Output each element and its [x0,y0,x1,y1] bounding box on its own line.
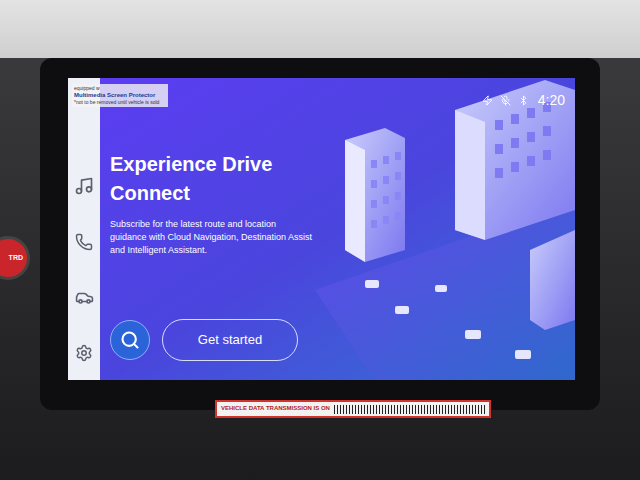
screen-protector-sticker: equipped wMultimedia Screen Protector*no… [72,84,168,107]
search-button[interactable] [110,320,150,360]
sticker-line: *not to be removed until vehicle is sold [74,99,166,106]
phone-icon[interactable] [75,233,93,251]
status-bar: 4:20 [482,90,565,111]
sidebar [68,78,100,380]
mic-off-icon [500,95,511,106]
search-icon [120,330,140,350]
clock: 4:20 [538,90,565,111]
display: Experience Drive Connect Subscribe for th… [68,78,575,380]
music-icon[interactable] [74,176,94,196]
gear-icon[interactable] [75,344,93,362]
sticker-line: Multimedia Screen Protector [74,92,166,100]
photo: Experience Drive Connect Subscribe for th… [0,0,640,480]
sticker-line: equipped w [74,85,166,92]
dashboard: Experience Drive Connect Subscribe for th… [0,58,640,480]
main-panel: Experience Drive Connect Subscribe for th… [100,78,575,380]
dash-sticker: VEHICLE DATA TRANSMISSION IS ON [215,400,491,418]
car-icon[interactable] [75,288,94,307]
barcode [334,405,485,414]
wall [0,0,640,58]
actions: Get started [110,319,315,361]
hero-title: Experience Drive Connect [110,150,315,208]
get-started-button[interactable]: Get started [162,319,298,361]
city-illustration [315,80,575,380]
screen-bezel: Experience Drive Connect Subscribe for th… [40,58,600,410]
illustration-area [315,78,575,380]
hero-subtitle: Subscribe for the latest route and locat… [110,218,315,257]
dash-sticker-text: VEHICLE DATA TRANSMISSION IS ON [221,405,330,412]
bluetooth-icon [518,95,529,106]
start-button-label: TRD [9,253,23,264]
wireless-charging-icon [482,95,493,106]
hero: Experience Drive Connect Subscribe for th… [100,78,315,380]
